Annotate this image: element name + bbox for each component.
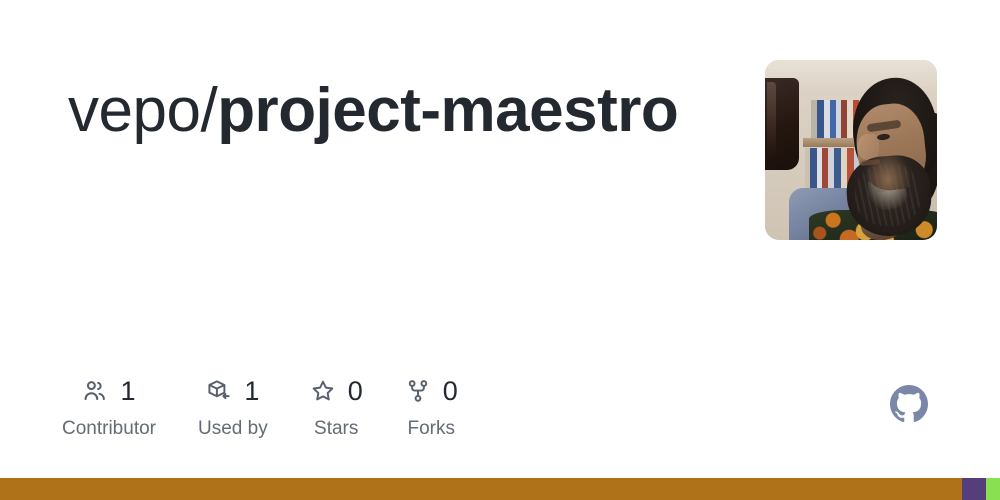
stat-forks-label: Forks [407,418,456,439]
language-segment-primary [0,478,962,500]
avatar-dark-object-highlight [767,82,776,156]
repository-separator: / [200,76,218,145]
fork-icon [405,378,431,404]
repository-owner: vepo [68,76,201,145]
stat-stars-value: 0 [347,375,363,406]
stat-stars: 0 Stars [310,375,363,438]
stat-forks: 0 Forks [405,375,458,438]
avatar [765,60,937,240]
stat-stars-label: Stars [314,418,359,439]
star-icon [310,378,336,404]
page-title: vepo/project-maestro [68,76,688,147]
avatar-photo [765,60,937,240]
language-bar [0,478,1000,500]
stat-used-by: 1 Used by [198,375,268,438]
repository-title-block: vepo/project-maestro [68,76,688,147]
stat-stars-top: 0 [310,375,363,407]
stat-forks-value: 0 [442,375,458,406]
avatar-beard-texture [855,164,921,226]
stat-contributors: 1 Contributor [62,375,156,438]
github-mark-icon [890,385,928,423]
stat-contributors-value: 1 [120,375,136,406]
stat-used-by-top: 1 [206,375,259,407]
language-segment-tertiary [986,478,1000,500]
stat-forks-top: 0 [405,375,458,407]
stat-used-by-label: Used by [198,418,268,439]
stat-contributors-label: Contributor [62,418,156,439]
stat-used-by-value: 1 [244,375,260,406]
people-icon [82,378,108,404]
repository-social-preview-card: vepo/project-maestro 1 Contributor 1 Use… [0,0,1000,500]
repository-stats: 1 Contributor 1 Used by 0 Stars 0 Forks [62,375,500,438]
stat-contributors-top: 1 [82,375,136,407]
package-used-by-icon [206,378,232,404]
repository-name: project-maestro [217,76,679,145]
language-segment-secondary [962,478,986,500]
